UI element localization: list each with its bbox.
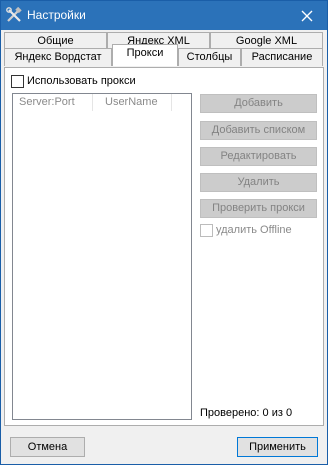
add-list-button[interactable]: Добавить списком xyxy=(200,121,317,140)
tab-strip: Общие Яндекс XML Google XML Яндекс Вордс… xyxy=(4,32,324,68)
tab-yandex-wordstat[interactable]: Яндекс Вордстат xyxy=(4,48,112,66)
use-proxy-label[interactable]: Использовать прокси xyxy=(27,75,136,87)
check-proxy-button[interactable]: Проверить прокси xyxy=(200,199,317,218)
add-button[interactable]: Добавить xyxy=(200,94,317,113)
tools-icon xyxy=(6,6,22,23)
delete-offline-checkbox[interactable] xyxy=(200,224,213,237)
proxy-panel: Использовать прокси Server:Port UserName… xyxy=(4,67,324,426)
use-proxy-checkbox[interactable] xyxy=(11,75,24,88)
column-header-username[interactable]: UserName xyxy=(99,94,172,111)
tab-schedule[interactable]: Расписание xyxy=(241,48,323,66)
close-icon xyxy=(301,10,313,21)
title-bar[interactable]: Настройки xyxy=(1,1,327,30)
tab-columns[interactable]: Столбцы xyxy=(178,48,241,66)
window-title: Настройки xyxy=(27,8,86,22)
proxy-list[interactable]: Server:Port UserName xyxy=(12,93,192,420)
tab-proxy[interactable]: Прокси xyxy=(112,44,178,66)
apply-button[interactable]: Применить xyxy=(237,437,318,457)
cancel-button[interactable]: Отмена xyxy=(10,437,85,457)
delete-offline-label[interactable]: удалить Offline xyxy=(216,224,292,236)
column-header-server-port[interactable]: Server:Port xyxy=(13,94,93,111)
settings-window: Настройки Общие Яндекс XML Google XML Ян… xyxy=(0,0,328,465)
close-button[interactable] xyxy=(287,1,327,30)
delete-button[interactable]: Удалить xyxy=(200,173,317,192)
edit-button[interactable]: Редактировать xyxy=(200,147,317,166)
checked-status: Проверено: 0 из 0 xyxy=(200,407,293,419)
